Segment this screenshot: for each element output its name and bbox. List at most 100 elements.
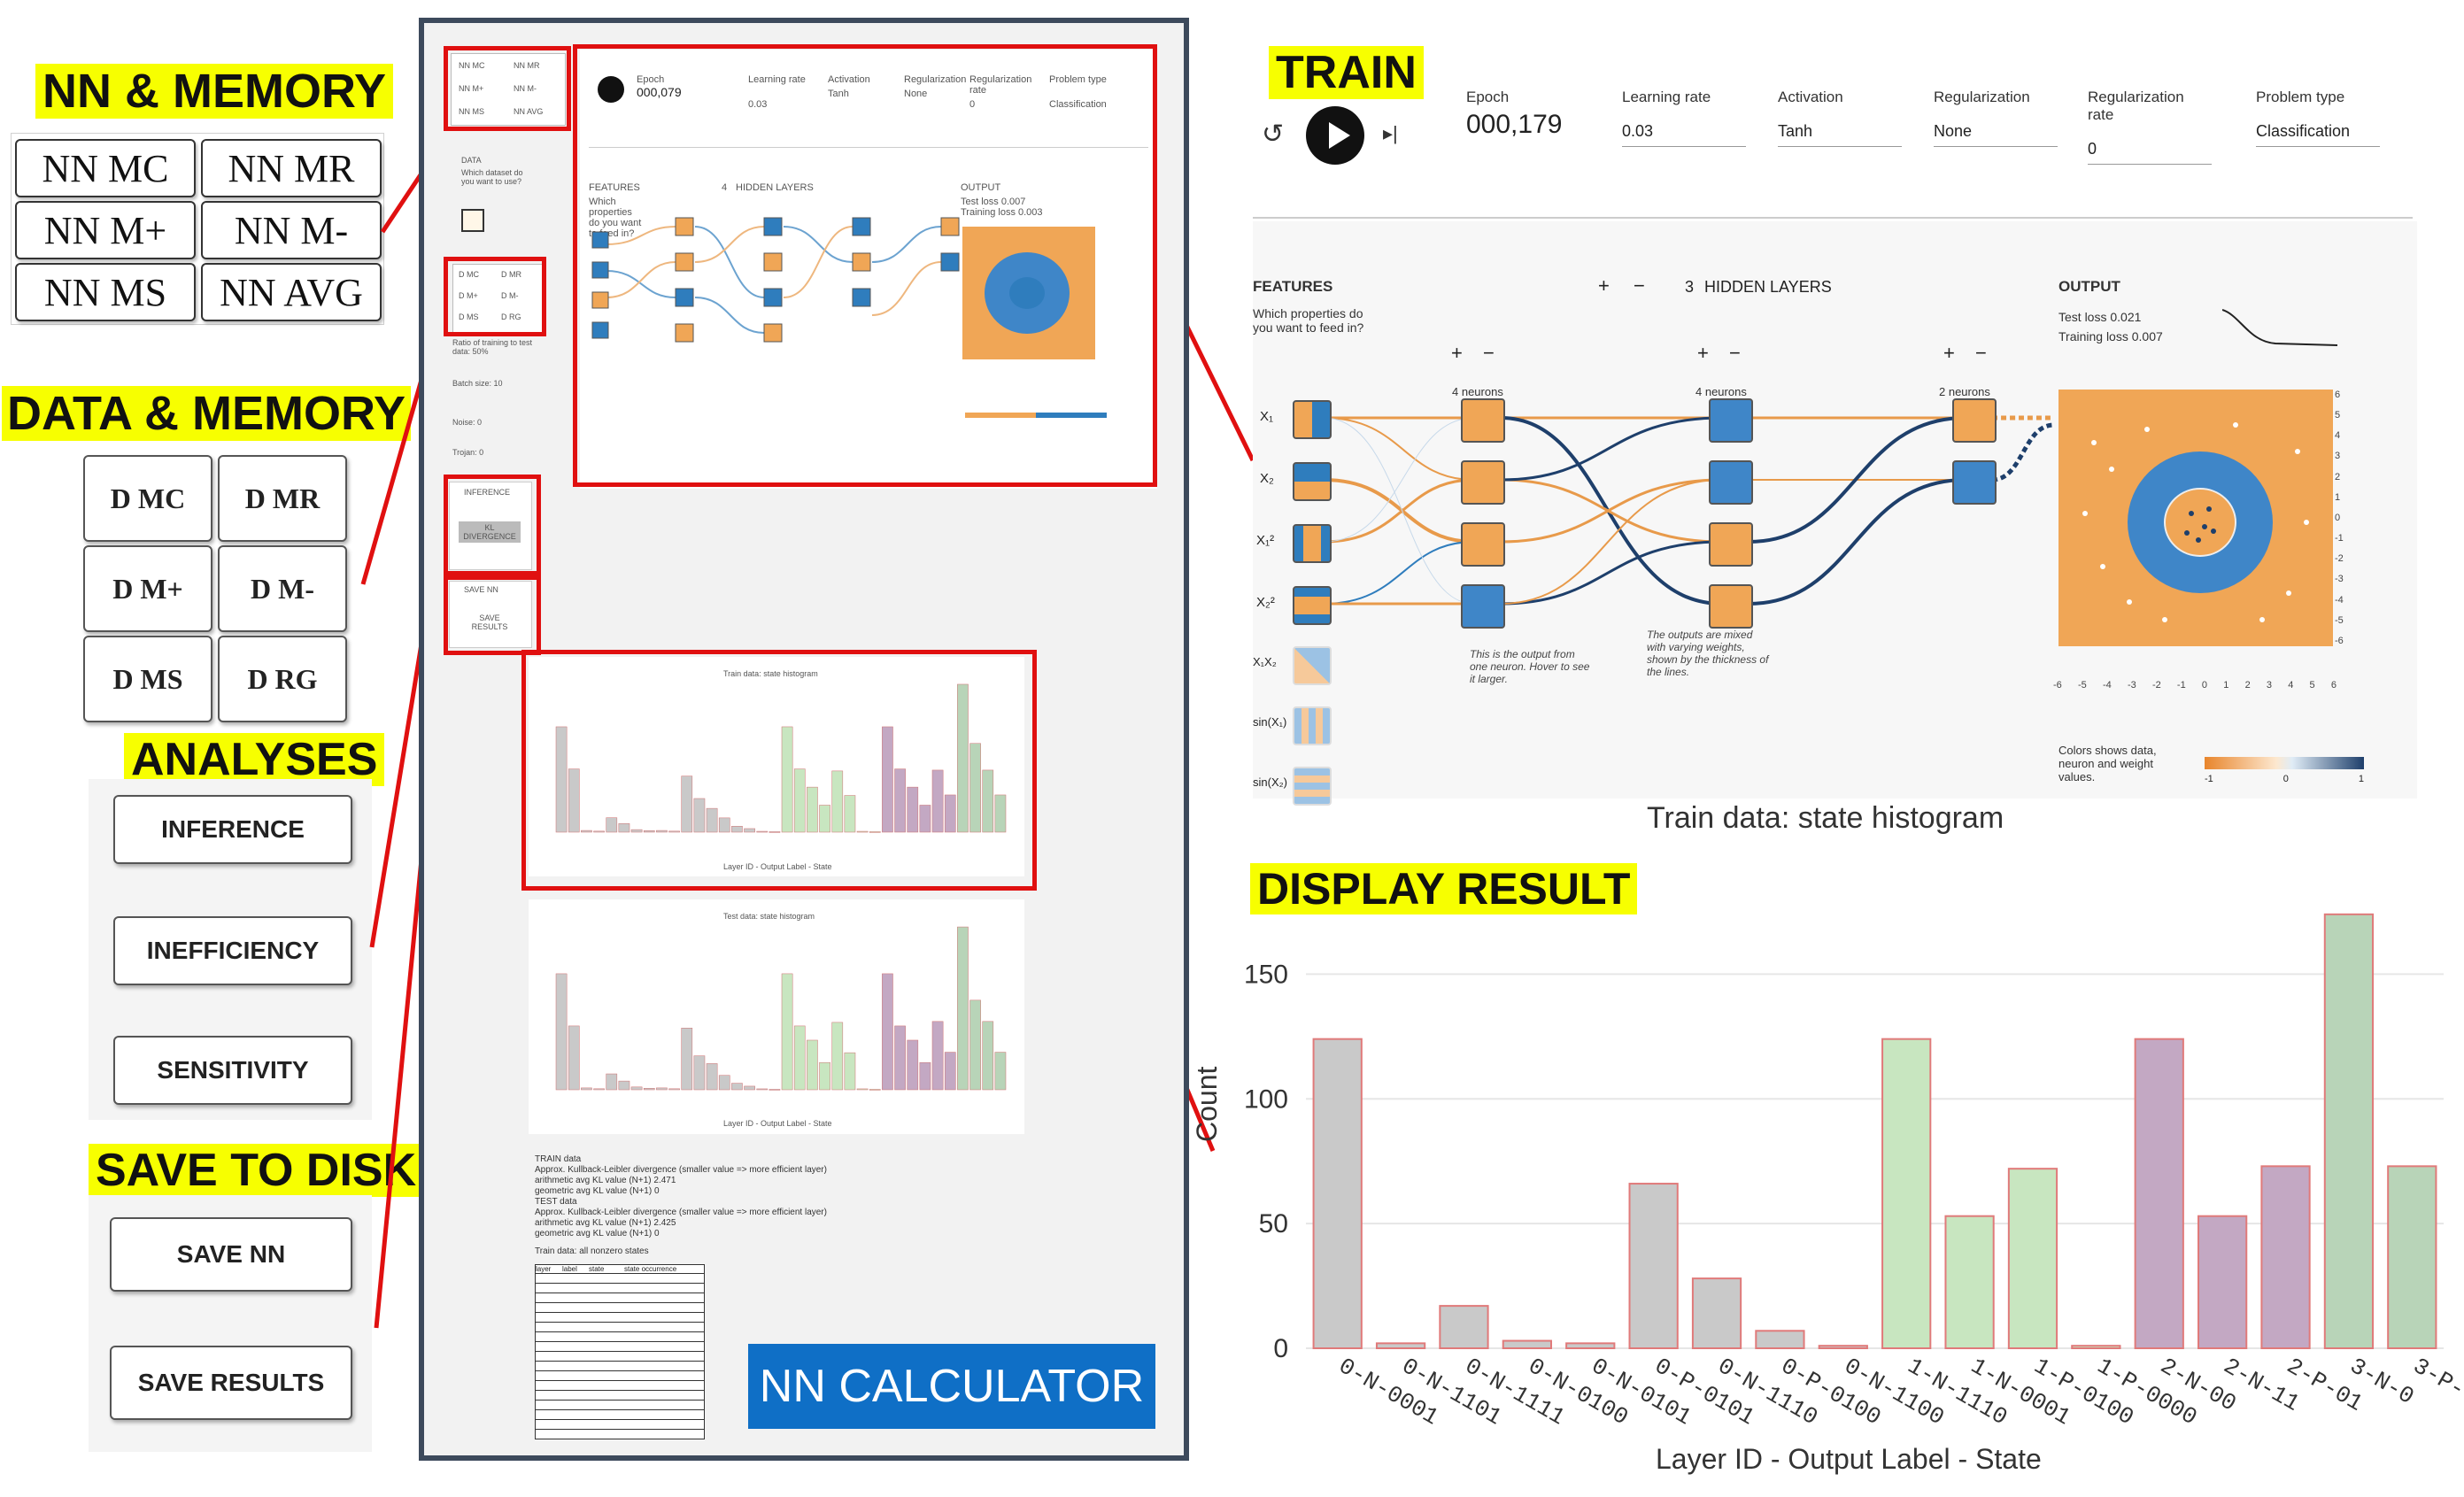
histogram-bar[interactable] — [1502, 1339, 1552, 1350]
feature-x2[interactable] — [1293, 462, 1332, 501]
mini-histogram-bar — [618, 1080, 630, 1091]
histogram-bar[interactable] — [1691, 1277, 1742, 1349]
test-loss: Test loss 0.021 — [2058, 310, 2142, 324]
bottom-axis-tick: -4 — [2102, 680, 2112, 691]
regularization-rate-control[interactable]: Regularization rate 0 — [2088, 89, 2212, 165]
right-axis-tick: -2 — [2335, 553, 2344, 565]
neuron-l1-3[interactable] — [1461, 522, 1505, 567]
regularization-rate-select[interactable]: 0 — [2088, 140, 2212, 165]
colorbar — [2205, 757, 2364, 769]
activation-select[interactable]: Tanh — [1778, 122, 1902, 147]
bottom-axis-tick: -5 — [2077, 680, 2087, 691]
feature-label-x1x2: X₁X₂ — [1253, 655, 1277, 668]
mini-histogram-bar — [793, 1025, 806, 1091]
histogram-bar[interactable] — [2071, 1345, 2121, 1350]
histogram-bar[interactable] — [2260, 1165, 2311, 1349]
histogram-bar[interactable] — [2387, 1165, 2437, 1349]
histogram-bar[interactable] — [2198, 1215, 2248, 1350]
mini-histogram-bar — [643, 1088, 655, 1091]
bottom-axis-tick: 2 — [2244, 680, 2251, 691]
histogram-bar[interactable] — [1881, 1038, 1932, 1349]
neuron-l2-1[interactable] — [1709, 398, 1753, 443]
feature-x2-squared[interactable] — [1293, 586, 1332, 625]
mini-histogram-bar — [882, 973, 893, 1091]
y-tick-label: 0 — [1273, 1334, 1288, 1363]
bottom-axis-tick: 4 — [2288, 680, 2294, 691]
problem-type-control[interactable]: Problem type Classification — [2256, 89, 2380, 147]
neuron-l1-1[interactable] — [1461, 398, 1505, 443]
training-loss: Training loss 0.007 — [2058, 329, 2163, 343]
mini-histogram-bar — [656, 1087, 668, 1091]
reset-icon[interactable]: ↺ — [1262, 119, 1288, 149]
edge — [1323, 478, 1475, 544]
colors-legend-text: Colors shows data, neuron and weight val… — [2058, 744, 2157, 783]
display-result-title: DISPLAY RESULT — [1250, 863, 1638, 914]
chart-title: Train data: state histogram — [1647, 801, 2004, 835]
dataset-circle-thumb[interactable] — [461, 209, 484, 232]
activation-control[interactable]: Activation Tanh — [1778, 89, 1902, 147]
neuron-l2-4[interactable] — [1709, 584, 1753, 629]
learning-rate-control[interactable]: Learning rate 0.03 — [1622, 89, 1746, 147]
histogram-bar[interactable] — [1944, 1215, 1995, 1350]
neuron-l1-2[interactable] — [1461, 460, 1505, 505]
histogram-bar[interactable] — [1439, 1305, 1489, 1350]
play-button[interactable] — [1306, 106, 1364, 165]
mini-data-heading: DATA — [461, 156, 482, 165]
neuron-l3-2[interactable] — [1952, 460, 1997, 505]
histogram-bar[interactable] — [2007, 1168, 2058, 1349]
regularization-control[interactable]: Regularization None — [1934, 89, 2058, 147]
mini-histogram-bar — [706, 1063, 718, 1091]
right-axis-tick: 6 — [2335, 390, 2341, 400]
step-icon[interactable]: ▸| — [1383, 122, 1398, 145]
neuron-l2-2[interactable] — [1709, 460, 1753, 505]
states-table-col-3: state occurrence — [624, 1265, 677, 1273]
mini-histogram-bar — [581, 1087, 592, 1091]
neuron-output-note: This is the output from one neuron. Hove… — [1470, 648, 1590, 685]
feature-x1-squared[interactable] — [1293, 524, 1332, 563]
feature-x1[interactable] — [1293, 400, 1332, 439]
learning-rate-label: Learning rate — [1622, 89, 1711, 105]
weights-note: The outputs are mixed with varying weigh… — [1647, 629, 1769, 678]
mini-playground-highlight — [573, 44, 1157, 487]
mini-histogram-bar — [931, 1021, 944, 1091]
learning-rate-select[interactable]: 0.03 — [1622, 122, 1746, 147]
mini-save-highlight — [444, 575, 541, 655]
mini-histogram-bar — [593, 1088, 605, 1091]
mini-trojan-label: Trojan: 0 — [452, 448, 484, 457]
problem-type-select[interactable]: Classification — [2256, 122, 2380, 147]
colorbar-tick: -1 — [2205, 774, 2213, 784]
kl-line-3: geometric avg KL value (N+1) 0 — [535, 1186, 660, 1196]
neuron-l2-3[interactable] — [1709, 522, 1753, 567]
bottom-axis-tick: -1 — [2176, 680, 2186, 691]
edge — [1323, 541, 1475, 605]
histogram-chart: 050100150 0-N-00010-N-11010-N-11110-N-01… — [1244, 913, 2461, 1431]
states-table-rows — [536, 1274, 704, 1433]
histogram-bar[interactable] — [1818, 1345, 1868, 1350]
histogram-bar[interactable] — [1628, 1183, 1679, 1349]
mini-histogram-bar — [606, 1073, 618, 1091]
nn-calculator-frame: NN MC NN MR NN M+ NN M- NN MS NN AVG D M… — [419, 18, 1189, 1461]
colorbar-tick: 0 — [2282, 774, 2289, 784]
histogram-bar[interactable] — [1312, 1038, 1363, 1349]
neuron-l3-1[interactable] — [1952, 398, 1997, 443]
states-table-col-0: layer — [536, 1265, 552, 1273]
mini-histogram-bar — [769, 1089, 781, 1091]
edge — [1748, 478, 1966, 606]
states-table-col-2: state — [589, 1265, 605, 1273]
histogram-bar[interactable] — [2134, 1038, 2184, 1349]
feature-sin-x1[interactable] — [1293, 706, 1332, 745]
loss-curve — [2222, 309, 2337, 346]
histogram-bar[interactable] — [1375, 1342, 1426, 1350]
feature-sin-x2[interactable] — [1293, 767, 1332, 806]
feature-label-x2sq: X₂² — [1256, 595, 1275, 610]
regularization-label: Regularization — [1934, 89, 2030, 105]
feature-x1x2[interactable] — [1293, 646, 1332, 685]
histogram-bar[interactable] — [1565, 1342, 1616, 1350]
histogram-bar[interactable] — [2323, 913, 2375, 1350]
regularization-select[interactable]: None — [1934, 122, 2058, 147]
histogram-bar[interactable] — [1755, 1330, 1805, 1349]
kl-line-7: geometric avg KL value (N+1) 0 — [535, 1229, 660, 1238]
mini-histogram-bar — [819, 1061, 830, 1091]
neuron-l1-4[interactable] — [1461, 584, 1505, 629]
mini-histogram-bar — [907, 1039, 919, 1091]
